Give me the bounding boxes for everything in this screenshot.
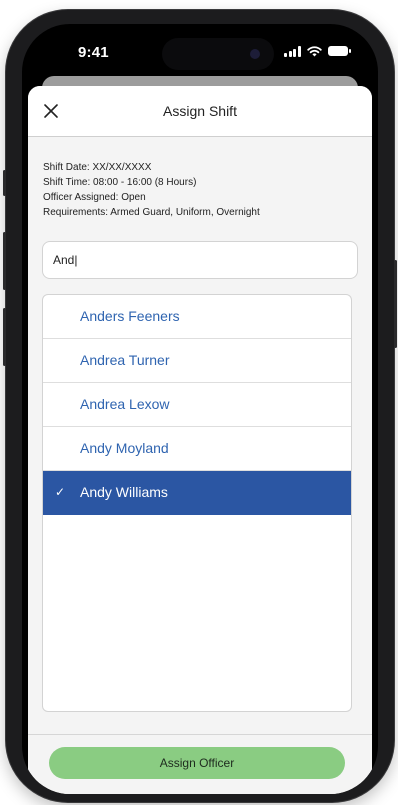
app-stage: 9:41 Assign Shift Shift Date: XX/XX/XXXX…: [0, 0, 398, 805]
sheet-header: Assign Shift: [28, 86, 372, 137]
phone-screen: 9:41 Assign Shift Shift Date: XX/XX/XXXX…: [22, 24, 378, 794]
action-button: [3, 170, 6, 196]
signal-icon: [284, 45, 301, 57]
status-bar: 9:41: [22, 24, 378, 76]
list-item-andy-williams[interactable]: ✓ Andy Williams: [43, 471, 351, 515]
camera-icon: [250, 49, 260, 59]
list-item-andrea-lexow[interactable]: ✓ Andrea Lexow: [43, 383, 351, 427]
shift-requirements: Requirements: Armed Guard, Uniform, Over…: [43, 207, 260, 218]
status-time: 9:41: [78, 44, 109, 61]
assign-shift-sheet: Assign Shift Shift Date: XX/XX/XXXX Shif…: [28, 86, 372, 794]
shift-date: Shift Date: XX/XX/XXXX: [43, 162, 152, 173]
assign-officer-button[interactable]: Assign Officer: [49, 747, 345, 779]
page-title: Assign Shift: [163, 103, 237, 119]
officer-assigned: Officer Assigned: Open: [43, 192, 146, 203]
dynamic-island: [162, 38, 274, 70]
list-item-andrea-turner[interactable]: ✓ Andrea Turner: [43, 339, 351, 383]
officer-search-input[interactable]: [42, 241, 358, 279]
officer-name: Andrea Turner: [80, 352, 170, 368]
wifi-icon: [306, 45, 322, 56]
officer-name: Andy Moyland: [80, 440, 169, 456]
status-icons: [284, 44, 351, 58]
shift-time: Shift Time: 08:00 - 16:00 (8 Hours): [43, 177, 197, 188]
list-item-andy-moyland[interactable]: ✓ Andy Moyland: [43, 427, 351, 471]
officer-name: Anders Feeners: [80, 308, 180, 324]
officer-results-list: ✓ Anders Feeners ✓ Andrea Turner ✓ Andre…: [42, 294, 352, 712]
battery-icon: [327, 46, 351, 56]
check-icon: ✓: [55, 485, 66, 499]
sheet-footer: Assign Officer: [28, 734, 372, 794]
power-button: [394, 260, 397, 348]
officer-name: Andy Williams: [80, 484, 168, 500]
volume-down-button: [3, 308, 6, 366]
list-item-anders-feeners[interactable]: ✓ Anders Feeners: [43, 295, 351, 339]
officer-name: Andrea Lexow: [80, 396, 170, 412]
volume-up-button: [3, 232, 6, 290]
shift-details: Shift Date: XX/XX/XXXX Shift Time: 08:00…: [43, 160, 260, 220]
